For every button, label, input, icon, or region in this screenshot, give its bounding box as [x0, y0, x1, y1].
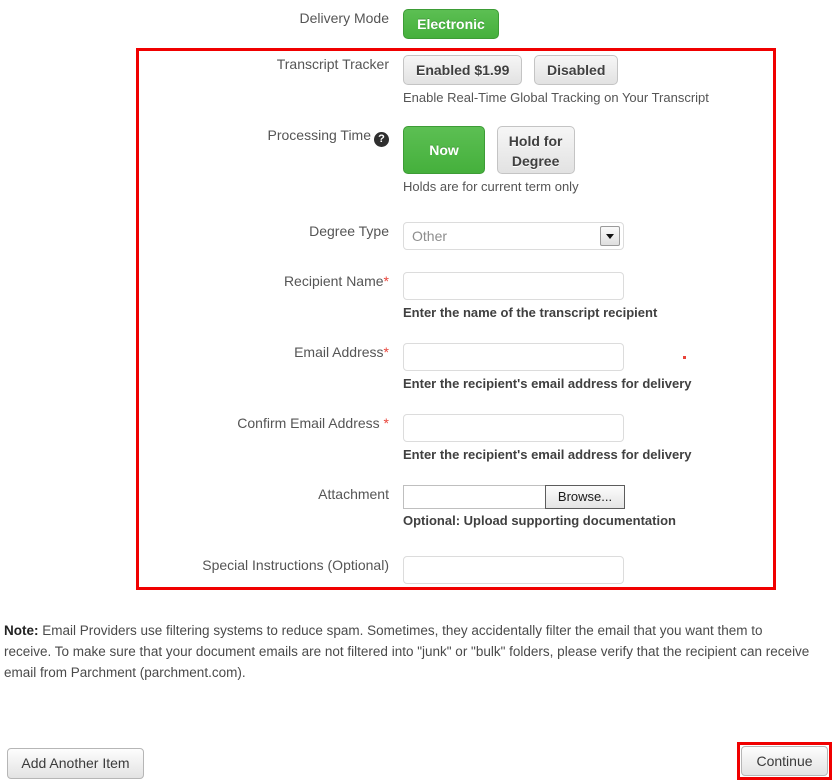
- row-delivery-mode: Delivery Mode Electronic: [0, 0, 834, 39]
- email-address-field: Enter the recipient's email address for …: [403, 343, 834, 392]
- attachment-hint: Optional: Upload supporting documentatio…: [403, 513, 676, 528]
- degree-type-label: Degree Type: [309, 223, 389, 239]
- email-address-label-text: Email Address: [294, 344, 384, 360]
- recipient-name-input[interactable]: [403, 272, 624, 300]
- transcript-tracker-hint: Enable Real-Time Global Tracking on Your…: [403, 90, 709, 105]
- footer-bar: Add Another Item: [0, 746, 834, 781]
- note-text: Note: Email Providers use filtering syst…: [4, 620, 810, 683]
- row-degree-type: Degree Type Other: [0, 195, 834, 250]
- processing-time-hint: Holds are for current term only: [403, 179, 579, 194]
- processing-time-now-button[interactable]: Now: [403, 126, 485, 174]
- attachment-file-path[interactable]: [403, 485, 545, 509]
- special-instructions-label: Special Instructions (Optional): [202, 557, 389, 573]
- caret-shape: [606, 233, 614, 239]
- delivery-mode-label: Delivery Mode: [299, 10, 389, 26]
- transcript-tracker-disabled-button[interactable]: Disabled: [534, 55, 619, 85]
- confirm-email-address-input[interactable]: [403, 414, 624, 442]
- email-required-dot: [683, 356, 686, 359]
- row-email-address: Email Address* Enter the recipient's ema…: [0, 321, 834, 392]
- recipient-name-field: Enter the name of the transcript recipie…: [403, 272, 834, 321]
- delivery-options-form: Delivery Mode Electronic Transcript Trac…: [0, 0, 834, 584]
- transcript-tracker-field: Enabled $1.99 Disabled Enable Real-Time …: [403, 55, 834, 106]
- email-address-input[interactable]: [403, 343, 624, 371]
- delivery-mode-electronic-button[interactable]: Electronic: [403, 9, 499, 39]
- row-recipient-name: Recipient Name* Enter the name of the tr…: [0, 250, 834, 321]
- email-address-label: Email Address*: [0, 343, 403, 361]
- special-instructions-input[interactable]: [403, 556, 624, 584]
- row-confirm-email-address: Confirm Email Address * Enter the recipi…: [0, 392, 834, 463]
- question-mark-icon[interactable]: ?: [374, 132, 389, 147]
- transcript-tracker-enabled-button[interactable]: Enabled $1.99: [403, 55, 523, 85]
- required-asterisk: *: [383, 415, 389, 431]
- attachment-file-input[interactable]: Browse...: [403, 485, 625, 509]
- degree-type-select[interactable]: Other: [403, 222, 624, 250]
- special-instructions-field: [403, 556, 834, 584]
- attachment-browse-button[interactable]: Browse...: [545, 485, 625, 509]
- processing-time-hold-button[interactable]: Hold for Degree: [496, 126, 575, 174]
- note-prefix: Note:: [4, 623, 39, 638]
- confirm-email-address-label: Confirm Email Address *: [0, 414, 403, 432]
- attachment-field: Browse... Optional: Upload supporting do…: [403, 485, 834, 529]
- recipient-name-hint: Enter the name of the transcript recipie…: [403, 305, 658, 320]
- recipient-name-label: Recipient Name*: [0, 272, 403, 290]
- confirm-email-address-label-text: Confirm Email Address: [237, 415, 384, 431]
- required-asterisk: *: [383, 344, 389, 360]
- confirm-email-address-hint: Enter the recipient's email address for …: [403, 447, 692, 462]
- row-attachment: Attachment Browse... Optional: Upload su…: [0, 463, 834, 529]
- degree-type-field: Other: [403, 222, 834, 250]
- chevron-down-icon[interactable]: [600, 226, 620, 246]
- processing-time-label-text: Processing Time: [267, 127, 371, 143]
- row-processing-time: Processing Time? Now Hold for Degree Hol…: [0, 106, 834, 195]
- processing-time-field: Now Hold for Degree Holds are for curren…: [403, 126, 834, 195]
- note-body: Email Providers use filtering systems to…: [4, 623, 810, 680]
- attachment-label: Attachment: [318, 486, 389, 502]
- transcript-tracker-label: Transcript Tracker: [276, 56, 389, 72]
- confirm-email-address-field: Enter the recipient's email address for …: [403, 414, 834, 463]
- required-asterisk: *: [383, 273, 389, 289]
- degree-type-selected-value: Other: [412, 228, 448, 244]
- processing-time-label: Processing Time?: [0, 126, 403, 147]
- row-transcript-tracker: Transcript Tracker Enabled $1.99 Disable…: [0, 39, 834, 106]
- delivery-mode-field: Electronic: [403, 9, 834, 39]
- add-another-item-button[interactable]: Add Another Item: [7, 748, 144, 779]
- row-special-instructions: Special Instructions (Optional): [0, 529, 834, 584]
- email-address-hint: Enter the recipient's email address for …: [403, 376, 692, 391]
- recipient-name-label-text: Recipient Name: [283, 273, 384, 289]
- continue-button[interactable]: Continue: [741, 746, 828, 776]
